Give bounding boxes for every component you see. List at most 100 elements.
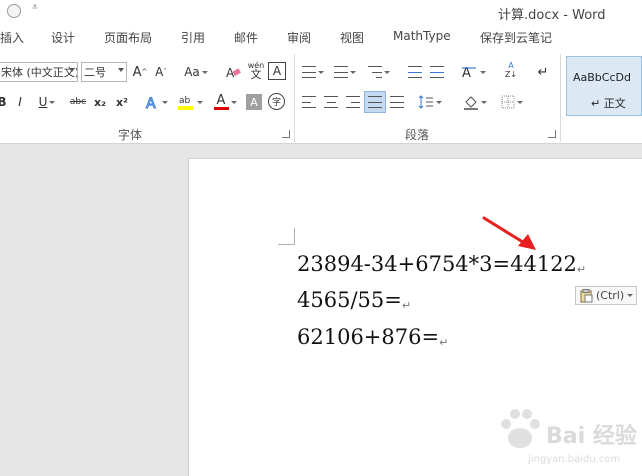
paw-logo-icon bbox=[501, 409, 540, 448]
italic-button[interactable]: I bbox=[14, 92, 26, 112]
sort-button[interactable]: A Z↓ bbox=[502, 60, 520, 80]
font-dialog-launcher-icon[interactable] bbox=[282, 130, 290, 138]
bold-button[interactable]: B bbox=[0, 92, 8, 112]
paragraph-shading-button[interactable] bbox=[460, 92, 490, 112]
numbering-button[interactable] bbox=[332, 62, 358, 82]
character-border-button[interactable]: A bbox=[268, 62, 286, 80]
ribbon-tabs: 插入 设计 页面布局 引用 邮件 审阅 视图 MathType 保存到云笔记 bbox=[0, 24, 642, 48]
ribbon: 宋体 (中文正文) 二号 A ^ Aˇ Aa A wén 文 A B I U abc… bbox=[0, 48, 642, 144]
bullets-icon bbox=[302, 66, 316, 78]
highlight-button[interactable]: ab bbox=[176, 92, 204, 112]
tab-insert[interactable]: 插入 bbox=[0, 29, 24, 46]
font-color-button[interactable]: A bbox=[210, 92, 240, 112]
tab-references[interactable]: 引用 bbox=[181, 29, 205, 46]
tab-review[interactable]: 审阅 bbox=[287, 29, 311, 46]
paragraph-mark: ↵ bbox=[401, 299, 412, 312]
font-name-combo[interactable]: 宋体 (中文正文) bbox=[0, 62, 78, 82]
subscript-button[interactable]: x₂ bbox=[91, 92, 109, 112]
tab-view[interactable]: 视图 bbox=[340, 29, 364, 46]
chevron-down-icon bbox=[517, 100, 523, 104]
tab-page-layout[interactable]: 页面布局 bbox=[104, 29, 152, 46]
increase-indent-icon bbox=[430, 66, 444, 78]
doc-line[interactable]: 4565/55=↵ bbox=[297, 288, 411, 312]
tab-mailings[interactable]: 邮件 bbox=[234, 29, 258, 46]
chevron-down-icon bbox=[480, 70, 486, 74]
tab-design[interactable]: 设计 bbox=[51, 29, 75, 46]
app-menu-icon[interactable] bbox=[7, 4, 21, 18]
chevron-down-icon bbox=[69, 68, 75, 72]
borders-button[interactable] bbox=[498, 92, 526, 112]
text-effects-icon: A bbox=[146, 96, 157, 111]
font-group-label: 字体 bbox=[118, 128, 143, 142]
change-case-button[interactable]: Aa bbox=[180, 62, 212, 82]
font-size-value: 二号 bbox=[84, 66, 106, 79]
phonetic-guide-button[interactable]: wén 文 bbox=[246, 60, 266, 80]
underline-button[interactable]: U bbox=[36, 92, 58, 112]
chevron-down-icon bbox=[481, 100, 487, 104]
superscript-label: x² bbox=[116, 95, 128, 109]
strikethrough-button[interactable]: abc bbox=[68, 92, 88, 112]
annotation-arrow-icon bbox=[482, 216, 536, 250]
doc-line[interactable]: 62106+876=↵ bbox=[297, 325, 448, 349]
style-name: ↵ 正文 bbox=[591, 97, 626, 110]
paste-options-button[interactable]: (Ctrl) bbox=[575, 286, 637, 305]
text-effects-button[interactable]: A bbox=[144, 92, 168, 112]
font-color-label: A bbox=[216, 92, 226, 108]
distributed-button[interactable] bbox=[388, 92, 406, 112]
subscript-label: x₂ bbox=[94, 95, 106, 109]
decrease-indent-button[interactable] bbox=[406, 62, 424, 82]
asian-layout-button[interactable]: A bbox=[458, 62, 488, 82]
align-right-icon bbox=[346, 96, 360, 108]
align-center-button[interactable] bbox=[322, 92, 340, 112]
character-shading-button[interactable]: A bbox=[246, 94, 262, 110]
tab-mathtype[interactable]: MathType bbox=[393, 29, 451, 43]
enclose-characters-button[interactable]: 字 bbox=[268, 93, 285, 110]
quick-access-dropdown-icon[interactable]: ⩡ bbox=[32, 2, 38, 13]
decrease-indent-icon bbox=[408, 66, 422, 78]
borders-icon bbox=[501, 95, 515, 109]
underline-label: U bbox=[38, 95, 48, 109]
chevron-down-icon bbox=[230, 100, 237, 104]
line-spacing-button[interactable] bbox=[416, 92, 444, 112]
font-color-swatch bbox=[213, 106, 229, 110]
doc-line-text: 23894-34+6754*3=44122 bbox=[297, 252, 577, 276]
enclose-label: 字 bbox=[271, 98, 281, 108]
tab-save-to-cloud-notes[interactable]: 保存到云笔记 bbox=[480, 29, 552, 46]
chevron-down-icon bbox=[436, 100, 442, 104]
align-left-button[interactable] bbox=[300, 92, 318, 112]
chevron-down-icon bbox=[49, 100, 56, 104]
doc-line-text: 62106+876= bbox=[297, 325, 440, 349]
paragraph-dialog-launcher-icon[interactable] bbox=[548, 130, 556, 138]
line-spacing-icon bbox=[418, 95, 433, 109]
align-right-button[interactable] bbox=[344, 92, 362, 112]
margin-corner-mark bbox=[278, 228, 295, 245]
chevron-down-icon bbox=[118, 68, 124, 72]
justify-button[interactable] bbox=[364, 91, 386, 113]
paragraph-mark: ↵ bbox=[439, 336, 449, 349]
paint-bucket-icon bbox=[464, 96, 478, 110]
bullets-button[interactable] bbox=[300, 62, 326, 82]
shrink-font-button[interactable]: Aˇ bbox=[152, 62, 170, 82]
chevron-down-icon bbox=[162, 100, 168, 104]
chevron-down-icon bbox=[197, 100, 203, 104]
chevron-down-icon bbox=[201, 70, 208, 74]
font-size-combo[interactable]: 二号 bbox=[81, 62, 127, 82]
svg-text:A: A bbox=[146, 96, 156, 110]
paste-options-label: (Ctrl) bbox=[596, 289, 625, 302]
grow-font-button[interactable]: A ^ bbox=[131, 62, 149, 82]
align-left-icon bbox=[302, 96, 316, 108]
style-normal-item[interactable]: AaBbCcDd ↵ 正文 bbox=[566, 56, 642, 116]
shading-label: A bbox=[250, 95, 258, 109]
font-name-value: 宋体 (中文正文) bbox=[1, 66, 78, 79]
show-marks-button[interactable]: ↵ bbox=[534, 62, 552, 82]
eraser-icon: A bbox=[226, 66, 241, 80]
baidu-watermark: Bai 经验 jingyan.baidu.com bbox=[498, 402, 638, 472]
superscript-button[interactable]: x² bbox=[113, 92, 131, 112]
title-bar: ⩡ 计算.docx - Word bbox=[0, 0, 642, 24]
doc-line-text: 4565/55= bbox=[297, 288, 402, 312]
multilevel-list-button[interactable] bbox=[366, 62, 392, 82]
doc-line[interactable]: 23894-34+6754*3=44122↵ bbox=[297, 252, 586, 276]
increase-indent-button[interactable] bbox=[428, 62, 446, 82]
asian-layout-icon: A bbox=[462, 66, 476, 80]
clear-formatting-button[interactable]: A bbox=[224, 62, 242, 82]
